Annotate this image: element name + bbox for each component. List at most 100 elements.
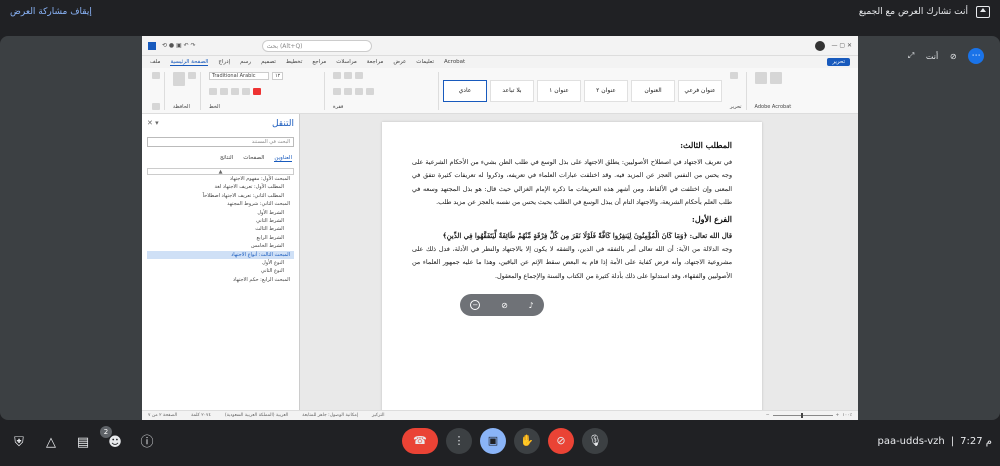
avatar[interactable] (815, 40, 826, 51)
justify-icon[interactable] (366, 87, 374, 95)
raise-hand-button[interactable]: ✋ (514, 428, 540, 454)
meeting-info: paa-udds-vzh | 7:27 م (877, 436, 992, 447)
style-card[interactable]: عنوان ٢ (584, 79, 628, 102)
zoom-slider[interactable] (772, 413, 833, 418)
activities-icon[interactable]: △ (42, 434, 60, 452)
ribbon: الحافظة Traditional Arabic ١٢ الخط فقرة ع… (142, 68, 858, 114)
ribbon-tabs: ملف الصفحة الرئيسية إدراج رسم تصميم تخطيط مراج… (142, 56, 858, 68)
paste-icon[interactable] (173, 71, 185, 86)
ribbon-tab[interactable]: عرض (393, 59, 406, 65)
nav-heading-item[interactable]: الشرط الأول (147, 209, 294, 217)
more-icon[interactable]: ⋯ (968, 48, 985, 64)
ribbon-tab[interactable]: الصفحة الرئيسية (170, 59, 209, 66)
cut-icon[interactable] (188, 71, 196, 79)
style-card[interactable]: عنوان ١ (537, 79, 581, 102)
align-left-icon[interactable] (333, 87, 341, 95)
align-right-icon[interactable] (355, 87, 363, 95)
status-item: العربية (المملكة العربية السعودية) (224, 413, 289, 418)
numbering-icon[interactable] (344, 71, 352, 79)
align-center-icon[interactable] (344, 87, 352, 95)
redo-icon[interactable] (152, 102, 160, 110)
undo-group (148, 71, 165, 110)
highlight-icon[interactable] (242, 88, 250, 95)
ribbon-tab[interactable]: إدراج (218, 59, 230, 65)
expand-icon[interactable]: ⤢ (908, 51, 914, 61)
close-icon[interactable]: ▾ ✕ (147, 119, 159, 129)
ribbon-tab[interactable]: مراسلات (336, 59, 357, 65)
indent-icon[interactable] (355, 71, 363, 79)
nav-heading-item[interactable]: الشرط الثالث (147, 225, 294, 233)
zoom-control[interactable]: − +١٠٠٪ (766, 413, 852, 418)
nav-tab[interactable]: الصفحات (243, 155, 264, 162)
font-size-select[interactable]: ١٢ (272, 71, 284, 80)
divider: | (950, 436, 955, 447)
style-card[interactable]: عنوان فرعي (678, 79, 722, 102)
find-icon[interactable] (730, 71, 738, 79)
style-card[interactable]: عادي (443, 79, 487, 102)
italic-icon[interactable] (220, 88, 228, 95)
acrobat-label: Adobe Acrobat (754, 103, 792, 110)
ribbon-tab[interactable]: تعليمات (416, 59, 434, 65)
style-card[interactable]: بلا تباعد (490, 79, 534, 102)
nav-heading-item[interactable]: النوع الثاني (147, 267, 294, 275)
pdf-icon[interactable] (754, 71, 767, 84)
ribbon-tab[interactable]: مراجعة (367, 59, 384, 65)
sign-icon[interactable] (769, 71, 782, 84)
doc-heading-1: المطلب الثالث: (680, 140, 732, 150)
nav-heading-item[interactable]: الشرط الثاني (147, 217, 294, 225)
nav-heading-item[interactable]: المبحث الثالث: أنواع الاجتهاد (147, 250, 294, 259)
bold-icon[interactable] (209, 88, 217, 95)
window-controls[interactable]: — ▢ ✕ (831, 42, 852, 49)
autosave-icon[interactable]: ⟲ ● ▣ ↶ ↷ (162, 42, 196, 49)
present-screen-icon (976, 6, 990, 18)
nav-heading-item[interactable]: المبحث الرابع: حكم الاجتهاد (147, 276, 294, 284)
font-name-select[interactable]: Traditional Arabic (209, 71, 269, 80)
camera-toggle-button[interactable]: ⊘ (548, 428, 574, 454)
style-card[interactable]: العنوان (631, 79, 675, 102)
mic-toggle-button[interactable]: 🎙 (582, 428, 608, 454)
minimize-icon[interactable]: − (470, 300, 481, 310)
nav-heading-item[interactable]: الشرط الخامس (147, 242, 294, 250)
word-statusbar: الصفحة ٢ من ٧ ٢٠٧٤ كلمة العربية (المملكة ا… (142, 410, 858, 420)
ribbon-tab[interactable]: تصميم (261, 59, 276, 65)
nav-heading-item[interactable]: المبحث الأول: مفهوم الاجتهاد (147, 175, 294, 183)
stop-sharing-link[interactable]: إيقاف مشاركة العرض (10, 7, 92, 17)
word-logo-icon (148, 41, 156, 50)
word-search-input[interactable]: بحث (Alt+Q) (261, 39, 372, 52)
ribbon-tab[interactable]: ملف (150, 59, 160, 65)
ribbon-tab[interactable]: تخطيط (286, 59, 302, 65)
font-color-icon[interactable] (253, 88, 261, 95)
undo-icon[interactable] (152, 71, 160, 79)
camera-off-icon[interactable]: ⊘ (950, 52, 957, 61)
editing-group: تحرير (726, 71, 747, 110)
ribbon-tab[interactable]: Acrobat (444, 59, 465, 65)
present-button[interactable]: ▣ (480, 428, 506, 454)
underline-icon[interactable] (231, 88, 239, 95)
nav-heading-item[interactable]: المطلب الثاني: تعريف الاجتهاد اصطلاحاً (147, 192, 294, 200)
meeting-left-icons: ⛨ △ ▤ ☻ 2 ⓘ (10, 426, 156, 452)
bullets-icon[interactable] (333, 71, 341, 79)
people-icon[interactable]: ☻ 2 (100, 426, 124, 452)
scroll-up-icon[interactable]: ▲ (147, 168, 294, 175)
ribbon-tab[interactable]: مراجع (312, 59, 326, 65)
end-call-button[interactable]: ☎ (402, 428, 438, 454)
floating-presenter-controls: − ⊘ ♪ (460, 294, 544, 316)
nav-heading-item[interactable]: الشرط الرابع (147, 234, 294, 242)
more-options-button[interactable]: ⋮ (446, 428, 472, 454)
nav-title: التنقل (271, 119, 294, 129)
nav-search-input[interactable]: البحث في المستند (147, 137, 294, 147)
host-controls-icon[interactable]: ⛨ (10, 434, 28, 452)
shared-screen: ⟲ ● ▣ ↶ ↷ بحث (Alt+Q) — ▢ ✕ ملف الصفحة ال… (142, 36, 858, 420)
nav-heading-item[interactable]: المبحث الثاني: شروط المجتهد (147, 200, 294, 208)
nav-tab[interactable]: النتائج (220, 155, 233, 162)
camera-off-icon[interactable]: ⊘ (501, 301, 508, 310)
nav-heading-item[interactable]: المطلب الأول: تعريف الاجتهاد لغة (147, 183, 294, 191)
chat-icon[interactable]: ▤ (74, 434, 92, 452)
nav-heading-item[interactable]: النوع الأول (147, 259, 294, 267)
mic-off-icon[interactable]: ♪ (529, 301, 534, 310)
info-icon[interactable]: ⓘ (138, 434, 156, 452)
status-item: إمكانية الوصول: جاهز للمتابعة (302, 413, 359, 418)
edit-button[interactable]: تحرير (827, 58, 850, 66)
nav-tab[interactable]: العناوين (274, 155, 292, 162)
ribbon-tab[interactable]: رسم (240, 59, 251, 65)
